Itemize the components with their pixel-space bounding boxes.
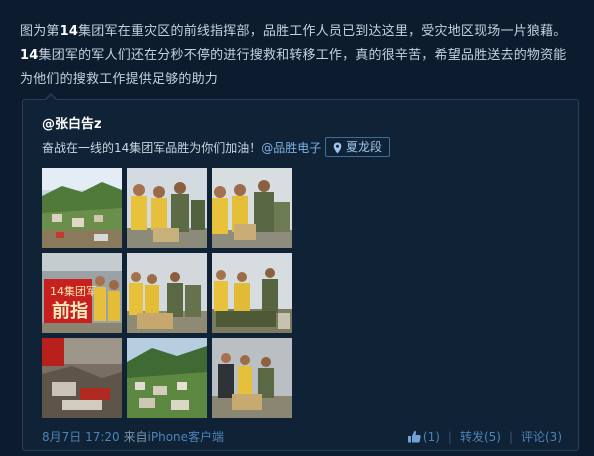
mention-link[interactable]: @品胜电子	[261, 141, 321, 155]
location-pin-icon	[333, 141, 342, 154]
photo-thumbnail-2[interactable]	[127, 168, 207, 248]
like-button[interactable]: (1)	[407, 430, 440, 444]
photo-thumbnail-8[interactable]	[127, 338, 207, 418]
photo-thumbnail-7[interactable]	[42, 338, 122, 418]
like-count: (1)	[422, 429, 440, 444]
retweet-footer: 8月7日 17:20 来自iPhone客户端	[42, 428, 224, 445]
post-text-number: 14	[59, 24, 79, 39]
post-text-part: 集团军在重灾区的前线指挥部，品胜工作人员已到达这里，受灾地区现场一片狼藉。	[78, 24, 567, 39]
photo-thumbnail-4[interactable]: 14集团军 前指	[42, 253, 122, 333]
action-separator: |	[508, 429, 513, 444]
like-thumb-icon	[407, 430, 421, 443]
post-text-part: 集团军的军人们还在分秒不停的进行搜救和转移工作，真的很辛苦，希望品胜送去的物资能…	[20, 48, 567, 87]
location-tag[interactable]: 夏龙段	[325, 137, 391, 157]
post-text-number: 14	[20, 48, 39, 63]
retweet-text: 奋战在一线的14集团军品胜为你们加油！@品胜电子	[42, 139, 321, 156]
source-prefix: 来自	[123, 430, 148, 444]
banner-text-line1: 14集团军	[50, 284, 97, 298]
retweet-actions: (1) | 转发(5) | 评论(3)	[407, 428, 562, 445]
banner-text-line2: 前指	[52, 300, 88, 322]
photo-thumbnail-9[interactable]	[212, 338, 292, 418]
location-tag-label: 夏龙段	[346, 140, 383, 154]
source-link[interactable]: iPhone客户端	[148, 430, 225, 444]
repost-button[interactable]: 转发(5)	[460, 428, 501, 445]
action-separator: |	[447, 429, 452, 444]
retweet-text-body: 奋战在一线的14集团军品胜为你们加油！	[42, 141, 262, 155]
post-text-part: 图为第	[20, 24, 60, 39]
post-text: 图为第14集团军在重灾区的前线指挥部，品胜工作人员已到达这里，受灾地区现场一片狼…	[20, 20, 578, 92]
photo-thumbnail-6[interactable]	[212, 253, 292, 333]
photo-thumbnail-5[interactable]	[127, 253, 207, 333]
comment-button[interactable]: 评论(3)	[521, 428, 562, 445]
photo-thumbnail-1[interactable]	[42, 168, 122, 248]
photo-thumbnail-3[interactable]	[212, 168, 292, 248]
post-time-link[interactable]: 8月7日 17:20	[42, 430, 120, 444]
retweet-pointer-inner	[45, 95, 57, 101]
retweet-author-link[interactable]: @张白告z	[42, 113, 102, 132]
